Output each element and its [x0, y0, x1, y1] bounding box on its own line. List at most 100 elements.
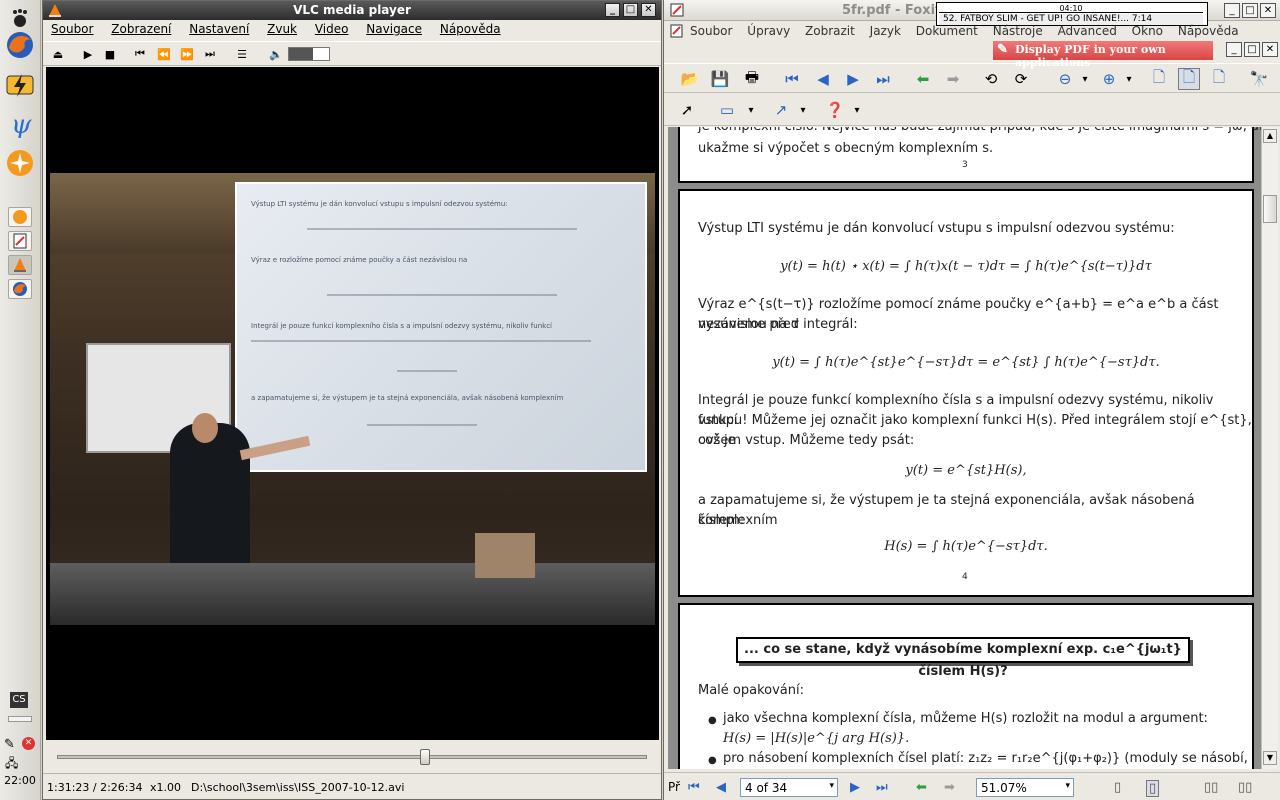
- keyboard-layout-indicator[interactable]: CS: [10, 692, 28, 708]
- foxit-menu-jazyk[interactable]: Jazyk: [864, 22, 906, 38]
- arrow-tool-icon[interactable]: ↗: [770, 99, 792, 121]
- foxit-menu-napoveda[interactable]: Nápověda: [1172, 22, 1244, 38]
- taskbar-clock[interactable]: 22:00: [0, 774, 40, 787]
- status-first-page-icon[interactable]: ⏮: [688, 780, 700, 795]
- eject-icon[interactable]: ⏏: [49, 46, 67, 62]
- vlc-titlebar[interactable]: VLC media player _ □ ✕: [43, 1, 661, 20]
- next-page-icon[interactable]: ▶: [842, 68, 864, 90]
- volume-slider[interactable]: [288, 47, 330, 61]
- help-dropdown-icon[interactable]: ▾: [846, 99, 868, 121]
- vlc-close-button[interactable]: ✕: [641, 3, 656, 17]
- foxit-menu-advanced[interactable]: Advanced: [1052, 22, 1122, 38]
- back-view-icon[interactable]: ⬅: [912, 68, 934, 90]
- playback-speed[interactable]: x1.00: [150, 781, 181, 794]
- promo-banner[interactable]: ✎ Display PDF in your own applications: [993, 41, 1213, 69]
- task-orange-app-icon[interactable]: [8, 207, 32, 227]
- vlc-menu-zobrazeni[interactable]: Zobrazení: [103, 20, 177, 36]
- foxit-menu-okno[interactable]: Okno: [1126, 22, 1168, 38]
- firefox-icon[interactable]: [3, 28, 37, 62]
- typewriter-tool-icon[interactable]: ▭: [716, 99, 738, 121]
- arrow-dropdown-icon[interactable]: ▾: [792, 99, 814, 121]
- seek-track[interactable]: [57, 755, 647, 759]
- zoom-field[interactable]: 51.07% ▾: [976, 778, 1074, 797]
- facing-layout-icon[interactable]: ▯▯: [1204, 780, 1218, 795]
- play-icon[interactable]: ▶: [79, 46, 97, 62]
- open-folder-icon[interactable]: 📂: [679, 68, 701, 90]
- save-icon[interactable]: 💾: [709, 68, 731, 90]
- continuous-layout-icon[interactable]: ▯: [1146, 780, 1160, 797]
- select-tool-icon[interactable]: ➚: [676, 99, 698, 121]
- tray-network-icon[interactable]: 🖧: [5, 754, 18, 775]
- single-page-layout-icon[interactable]: ▯: [1114, 780, 1121, 795]
- video-area[interactable]: Výstup LTI systému je dán konvolucí vstu…: [46, 67, 659, 740]
- previous-page-icon[interactable]: ◀: [812, 68, 834, 90]
- task-vlc-icon[interactable]: [8, 255, 32, 275]
- status-last-page-icon[interactable]: ⏭: [876, 780, 888, 795]
- zoom-out-dropdown-icon[interactable]: ▾: [1074, 68, 1096, 90]
- vlc-menu-video[interactable]: Video: [307, 20, 355, 36]
- vlc-menu-napoveda[interactable]: Nápověda: [432, 20, 507, 36]
- status-prev-page-icon[interactable]: ◀: [716, 780, 726, 795]
- foxit-minimize-button[interactable]: _: [1224, 3, 1240, 18]
- rotate-left-icon[interactable]: ⟲: [980, 68, 1002, 90]
- status-next-page-icon[interactable]: ▶: [850, 780, 860, 795]
- seek-handle[interactable]: [420, 749, 431, 765]
- fit-page-icon[interactable]: 🗋: [1178, 68, 1200, 90]
- vlc-maximize-button[interactable]: □: [623, 3, 638, 17]
- task-foxit-icon[interactable]: [8, 231, 32, 251]
- actual-size-icon[interactable]: 🗋: [1148, 68, 1170, 90]
- doc-restore-button[interactable]: □: [1244, 42, 1260, 57]
- lightning-app-icon[interactable]: [3, 68, 37, 102]
- vlc-menu-soubor[interactable]: Soubor: [43, 20, 99, 36]
- orange-star-icon[interactable]: [3, 146, 37, 180]
- foxit-menu-dokument[interactable]: Dokument: [910, 22, 983, 38]
- tray-tools-icon[interactable]: ✎: [4, 737, 15, 752]
- foxit-menu-upravy[interactable]: Úpravy: [741, 22, 795, 38]
- typewriter-dropdown-icon[interactable]: ▾: [740, 99, 762, 121]
- find-icon[interactable]: 🔭: [1248, 68, 1270, 90]
- vlc-menu-zvuk[interactable]: Zvuk: [259, 20, 303, 36]
- vlc-menu-navigace[interactable]: Navigace: [358, 20, 428, 36]
- previous-icon[interactable]: ⏮: [131, 46, 149, 62]
- task-firefox-icon[interactable]: [8, 279, 32, 299]
- status-back-icon[interactable]: ⬅: [916, 780, 927, 795]
- vlc-minimize-button[interactable]: _: [605, 3, 620, 17]
- scroll-thumb[interactable]: [1263, 195, 1277, 223]
- vlc-menu-nastaveni[interactable]: Nastavení: [181, 20, 255, 36]
- tray-alert-icon[interactable]: ✕: [22, 737, 35, 750]
- volume-icon[interactable]: 🔈: [267, 46, 285, 62]
- print-icon[interactable]: 🖶: [741, 68, 763, 90]
- scroll-down-icon[interactable]: ▼: [1263, 751, 1277, 765]
- zoom-in-icon[interactable]: ⊕: [1098, 68, 1120, 90]
- foxit-menu-nastroje[interactable]: Nástroje: [987, 22, 1048, 38]
- foxit-menu-soubor[interactable]: Soubor: [684, 22, 737, 38]
- page-dropdown-icon[interactable]: ▾: [829, 781, 834, 791]
- continuous-facing-layout-icon[interactable]: ▯▯: [1238, 780, 1252, 795]
- stop-icon[interactable]: ■: [101, 46, 119, 62]
- foxit-maximize-button[interactable]: □: [1242, 3, 1258, 18]
- foxit-menu-zobrazit[interactable]: Zobrazit: [799, 22, 860, 38]
- zoom-dropdown-icon[interactable]: ▾: [1065, 781, 1070, 791]
- rotate-right-icon[interactable]: ⟳: [1010, 68, 1032, 90]
- vertical-scrollbar[interactable]: ▲ ▼: [1261, 127, 1278, 769]
- fast-forward-icon[interactable]: ⏩: [178, 46, 196, 62]
- rewind-icon[interactable]: ⏪: [155, 46, 173, 62]
- playlist-icon[interactable]: ☰: [233, 46, 251, 62]
- doc-close-button[interactable]: ✕: [1262, 42, 1278, 57]
- psi-chat-icon[interactable]: ψ: [3, 106, 37, 140]
- pdf-viewport[interactable]: je komplexní číslo. Nejvíce nás bude zaj…: [668, 127, 1261, 769]
- zoom-in-dropdown-icon[interactable]: ▾: [1118, 68, 1140, 90]
- fit-width-icon[interactable]: 🗋: [1208, 68, 1230, 90]
- foxit-titlebar[interactable]: 5fr.pdf - Foxit I 04:10 52. FATBOY SLIM …: [664, 0, 1280, 26]
- doc-minimize-button[interactable]: _: [1226, 42, 1242, 57]
- scroll-up-icon[interactable]: ▲: [1263, 129, 1277, 143]
- next-icon[interactable]: ⏭: [201, 46, 219, 62]
- help-icon[interactable]: ❓: [824, 99, 846, 121]
- forward-view-icon[interactable]: ➡: [942, 68, 964, 90]
- zoom-out-icon[interactable]: ⊖: [1054, 68, 1076, 90]
- first-page-icon[interactable]: ⏮: [781, 68, 803, 90]
- last-page-icon[interactable]: ⏭: [872, 68, 894, 90]
- status-forward-icon[interactable]: ➡: [944, 780, 955, 795]
- page-number-field[interactable]: 4 of 34 ▾: [740, 778, 838, 797]
- foxit-close-button[interactable]: ✕: [1260, 3, 1276, 18]
